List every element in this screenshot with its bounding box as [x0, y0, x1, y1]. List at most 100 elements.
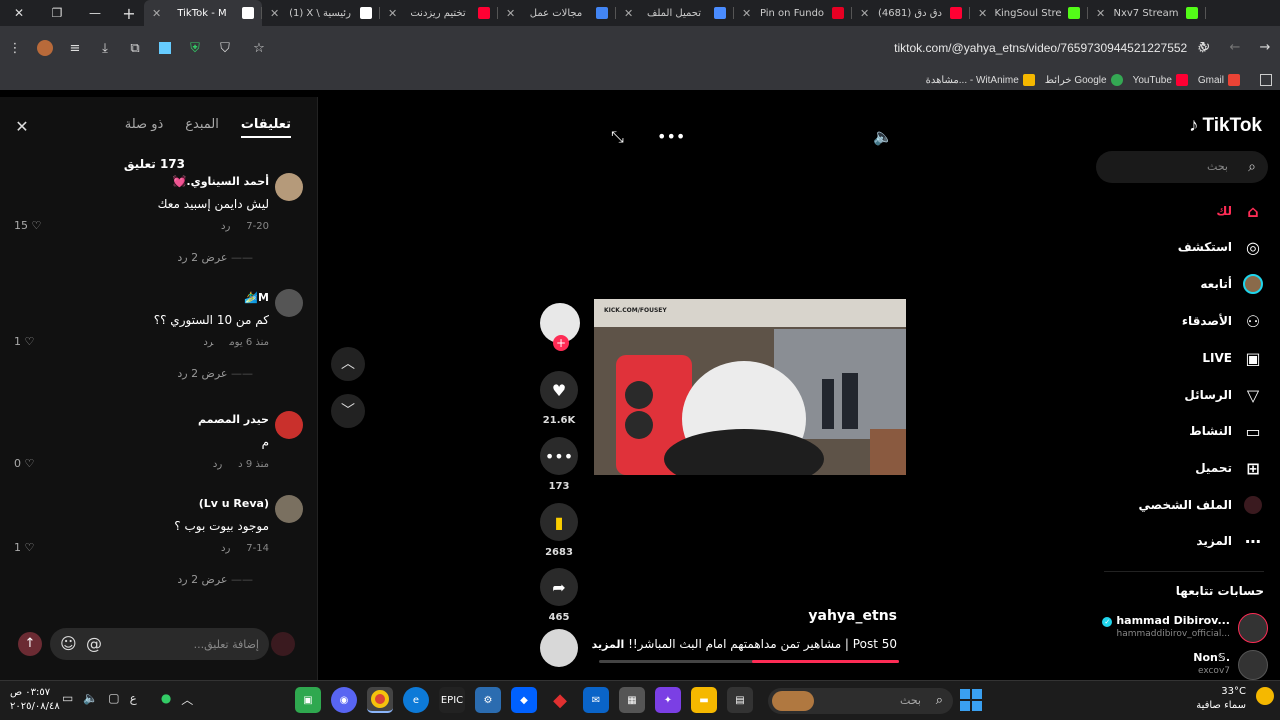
microphone-icon[interactable]: ● — [161, 691, 171, 708]
reply-button[interactable]: رد — [203, 337, 213, 348]
view-replies-button[interactable]: عرض 2 رد — [177, 251, 253, 264]
search-icon[interactable]: ⌕ — [936, 688, 943, 714]
mention-icon[interactable]: @ — [86, 634, 102, 653]
discord-icon[interactable]: ◉ — [331, 687, 357, 713]
address-bar[interactable]: tiktok.com/@yahya_etns/video/76597309445… — [268, 32, 1220, 64]
browser-tab[interactable]: ✕ (1) X \ رئيسية — [262, 0, 380, 26]
tab-creator[interactable]: المبدع — [185, 117, 219, 138]
sidebar-item-live[interactable]: ▣ LIVE — [1104, 346, 1264, 370]
store-icon[interactable]: ▦ — [619, 687, 645, 713]
more-link[interactable]: المزيد — [592, 638, 625, 651]
comment-author[interactable]: حيدر المصمم — [198, 413, 269, 426]
tiktok-logo[interactable]: ♪ TikTok — [1189, 115, 1262, 137]
comment-action[interactable]: ••• 173 — [539, 437, 579, 492]
browser-tab[interactable]: ✕ تحميل الملف — [616, 0, 734, 26]
emoji-icon[interactable]: ☺ — [60, 634, 77, 653]
reload-icon[interactable]: ↻ — [1190, 32, 1220, 62]
new-tab-button[interactable]: + — [114, 0, 144, 26]
comment-author[interactable]: (Lv u Reva) — [199, 497, 269, 510]
comment-author[interactable]: M🏄‍♂️ — [244, 291, 269, 304]
comment-input-placeholder[interactable]: إضافة تعليق... — [194, 638, 259, 651]
bookmark-gmail[interactable]: Gmail — [1198, 74, 1240, 86]
close-tab-icon[interactable]: ✕ — [978, 7, 992, 20]
reply-button[interactable]: رد — [221, 221, 230, 232]
profile-avatar-icon[interactable] — [30, 33, 60, 63]
video-player[interactable]: KICK.COM/FOUSEY — [594, 299, 906, 475]
tab-related[interactable]: ذو صلة — [125, 117, 164, 138]
send-comment-button[interactable]: ↑ — [18, 632, 42, 656]
forward-icon[interactable]: → — [1250, 32, 1280, 62]
sidebar-item-for-you[interactable]: ⌂ لك — [1104, 199, 1264, 223]
minimize-window-icon[interactable]: — — [76, 0, 114, 26]
sidebar-item-profile[interactable]: الملف الشخصي — [1104, 493, 1264, 517]
browser-tab[interactable]: ✕ (4681) دق دق — [852, 0, 970, 26]
heart-icon[interactable]: ♥ — [540, 371, 578, 409]
like-count[interactable]: 1 ♡ — [14, 541, 34, 554]
browser-tab[interactable]: ✕ Nxv7 Stream — [1088, 0, 1206, 26]
fullscreen-icon[interactable]: ⤡ — [611, 127, 624, 147]
heart-icon[interactable]: ♡ — [25, 457, 35, 470]
input-language[interactable]: ع — [130, 691, 137, 708]
video-progress-bar[interactable] — [599, 660, 899, 663]
close-tab-icon[interactable]: ✕ — [860, 7, 874, 20]
dropbox-icon[interactable]: ◆ — [511, 687, 537, 713]
battery-icon[interactable]: ▭ — [62, 691, 73, 708]
music-avatar[interactable] — [540, 629, 578, 667]
mail-icon[interactable]: ✉ — [583, 687, 609, 713]
back-icon[interactable]: ← — [1220, 32, 1250, 62]
avatar[interactable] — [1238, 650, 1268, 680]
following-account[interactable]: Non𝕊. excov7 — [1098, 650, 1268, 682]
close-window-icon[interactable]: ✕ — [0, 0, 38, 26]
save-action[interactable]: ▮ 2683 — [539, 503, 579, 558]
following-account[interactable]: ✓ hammad Dibirov... hammaddibirov_officia… — [1098, 613, 1268, 645]
chevron-up-icon[interactable]: ︿ — [181, 691, 193, 708]
sidebar-item-more[interactable]: ⋯ المزيد — [1104, 529, 1264, 553]
view-replies-button[interactable]: عرض 2 رد — [177, 573, 253, 586]
url-text[interactable]: tiktok.com/@yahya_etns/video/76597309445… — [894, 41, 1187, 55]
sidebar-item-upload[interactable]: ⊞ تحميل — [1104, 456, 1264, 480]
heart-icon[interactable]: ♡ — [25, 335, 35, 348]
view-replies-button[interactable]: عرض 2 رد — [177, 367, 253, 380]
copilot-icon[interactable]: ✦ — [655, 687, 681, 713]
comment-input[interactable]: إضافة تعليق... @ ☺ — [50, 628, 269, 660]
heart-icon[interactable]: ♡ — [32, 219, 42, 232]
close-tab-icon[interactable]: ✕ — [270, 7, 284, 20]
browser-tab[interactable]: ✕ KingSoul Stre — [970, 0, 1088, 26]
sidebar-item-following[interactable]: أتابعه — [1104, 272, 1264, 296]
comment-icon[interactable]: ••• — [540, 437, 578, 475]
bookmark-icon[interactable]: ▮ — [540, 503, 578, 541]
apps-icon[interactable] — [1260, 74, 1272, 86]
extensions-icon[interactable]: ⧉ — [120, 33, 150, 63]
volume-icon[interactable]: 🔈 — [873, 127, 893, 146]
sidebar-item-friends[interactable]: ⚇ الأصدقاء — [1104, 309, 1264, 333]
sidebar-item-activity[interactable]: ▭ النشاط — [1104, 419, 1264, 443]
tab-comments[interactable]: تعليقات — [240, 117, 291, 138]
sidebar-item-explore[interactable]: ◎ استكشف — [1104, 235, 1264, 259]
comment-author[interactable]: أحمد السيناوي.💓 — [173, 175, 269, 188]
reply-button[interactable]: رد — [213, 459, 222, 470]
close-tab-icon[interactable]: ✕ — [1096, 7, 1110, 20]
close-tab-icon[interactable]: ✕ — [624, 7, 638, 20]
extension-icon[interactable] — [150, 33, 180, 63]
close-tab-icon[interactable]: ✕ — [742, 7, 756, 20]
browser-tab[interactable]: ✕ Pin on Fundo — [734, 0, 852, 26]
media-control-icon[interactable]: ≡ — [60, 33, 90, 63]
diamond-app-icon[interactable]: ◆ — [547, 687, 573, 713]
close-tab-icon[interactable]: ✕ — [388, 7, 402, 20]
close-tab-icon[interactable]: ✕ — [152, 7, 166, 20]
next-video-button[interactable]: ﹀ — [331, 394, 365, 428]
previous-video-button[interactable]: ︿ — [331, 347, 365, 381]
taskbar-app-icon[interactable]: ▣ — [295, 687, 321, 713]
file-explorer-icon[interactable]: ▬ — [691, 687, 717, 713]
download-icon[interactable]: ⤓ — [90, 33, 120, 63]
security-icon[interactable]: ⛉ — [210, 33, 240, 63]
share-action[interactable]: ➦ 465 — [539, 568, 579, 623]
like-count[interactable]: 15 ♡ — [14, 219, 41, 232]
taskbar-clock[interactable]: ٠٣:٥٧ ص ٢٠٢٥/٠٨/٤٨ — [10, 686, 60, 714]
more-options-icon[interactable]: ••• — [657, 127, 685, 146]
share-icon[interactable]: ➦ — [540, 568, 578, 606]
volume-icon[interactable]: 🔈 — [83, 691, 98, 708]
browser-tab[interactable]: ✕ تختيم ريزدنت — [380, 0, 498, 26]
video-author[interactable]: yahya_etns — [739, 608, 897, 624]
search-input[interactable]: ⌕ بحث — [1096, 151, 1268, 183]
